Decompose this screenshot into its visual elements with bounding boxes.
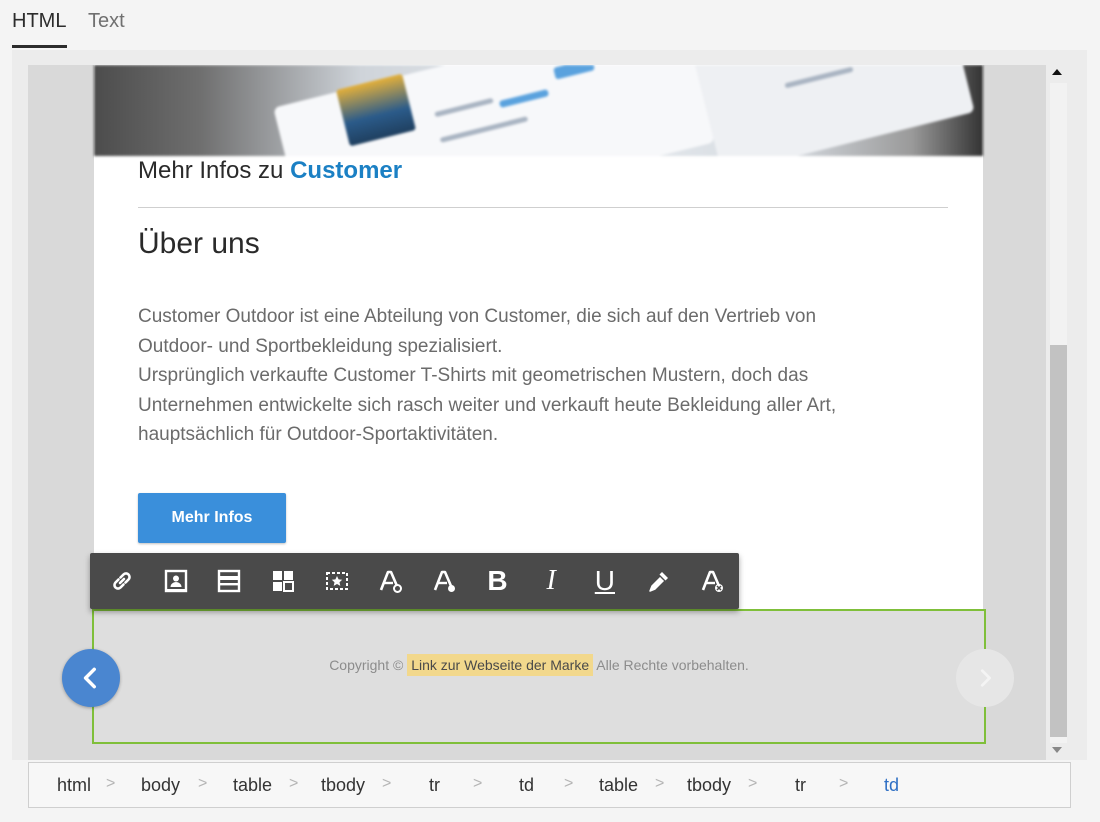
underline-icon: U [594, 565, 615, 596]
crumb-table[interactable]: table [599, 775, 638, 796]
tab-html[interactable]: HTML [12, 10, 66, 33]
paragraph-line: hauptsächlich für Outdoor-Sportaktivität… [138, 424, 499, 445]
font-size-icon [433, 570, 455, 592]
crumb-html[interactable]: html [57, 775, 91, 796]
crumb-table[interactable]: table [233, 775, 272, 796]
personalization-button[interactable] [149, 553, 203, 609]
next-button[interactable] [956, 649, 1014, 707]
hero-image[interactable] [94, 65, 983, 156]
layout-icon [272, 571, 294, 592]
paragraph-line: Outdoor- und Sportbekleidung spezialisie… [138, 335, 503, 357]
separator-icon: > [839, 775, 849, 792]
separator-icon: > [382, 775, 392, 792]
copyright-text: Copyright © Link zur Webseite der Marke … [94, 654, 984, 676]
scroll-up-arrow-icon[interactable] [1052, 69, 1062, 75]
selected-footer-block[interactable]: Copyright © Link zur Webseite der Marke … [92, 609, 986, 744]
vertical-scrollbar[interactable] [1048, 65, 1068, 760]
chevron-left-icon [83, 667, 96, 689]
crumb-tr[interactable]: tr [429, 775, 440, 796]
separator-icon: > [564, 775, 574, 792]
layout-button[interactable] [256, 553, 310, 609]
about-paragraph[interactable]: Customer Outdoor ist eine Abteilung von … [138, 302, 938, 450]
italic-icon: I [546, 565, 556, 596]
dynamic-content-button[interactable] [310, 553, 364, 609]
crumb-td-current[interactable]: td [884, 775, 899, 796]
insert-link-button[interactable] [95, 553, 149, 609]
content-block-icon [217, 569, 241, 593]
separator-icon: > [473, 775, 483, 792]
crumb-tr[interactable]: tr [795, 775, 806, 796]
clear-format-button[interactable] [685, 553, 739, 609]
email-body: Mehr Infos zu Customer Über uns Customer… [94, 65, 983, 610]
dom-breadcrumb: html > body > table > tbody > tr > td > … [28, 762, 1071, 808]
separator-icon: > [655, 775, 665, 792]
color-picker-button[interactable] [632, 553, 686, 609]
crumb-td[interactable]: td [519, 775, 534, 796]
separator-icon: > [106, 775, 116, 792]
font-style-button[interactable] [363, 553, 417, 609]
italic-button[interactable]: I [524, 553, 578, 609]
more-info-button[interactable]: Mehr Infos [138, 493, 286, 543]
heading-prefix: Mehr Infos zu [138, 157, 284, 184]
personalization-icon [164, 569, 187, 593]
scroll-down-arrow-icon[interactable] [1052, 747, 1062, 753]
previous-button[interactable] [62, 649, 120, 707]
paragraph-line: Customer Outdoor ist eine Abteilung von … [138, 306, 817, 327]
brand-website-link[interactable]: Link zur Webseite der Marke [407, 654, 594, 676]
scroll-thumb[interactable] [1050, 345, 1067, 737]
link-icon [113, 572, 131, 590]
view-tabs: HTML Text [0, 0, 1100, 50]
copyright-prefix: Copyright © [329, 657, 404, 673]
divider [138, 207, 948, 208]
bold-icon: B [487, 565, 508, 596]
underline-button[interactable]: U [578, 553, 632, 609]
copyright-suffix: Alle Rechte vorbehalten. [596, 657, 749, 673]
dynamic-content-icon [325, 572, 348, 590]
about-heading[interactable]: Über uns [138, 227, 260, 261]
chevron-right-icon [980, 669, 991, 687]
clear-format-icon [702, 570, 724, 592]
bold-button[interactable]: B [471, 553, 525, 609]
separator-icon: > [198, 775, 208, 792]
separator-icon: > [748, 775, 758, 792]
tab-text[interactable]: Text [88, 10, 125, 33]
color-picker-icon [648, 572, 668, 592]
crumb-body[interactable]: body [141, 775, 180, 796]
more-info-heading[interactable]: Mehr Infos zu Customer [138, 157, 402, 185]
paragraph-line: Unternehmen entwickelte sich rasch weite… [138, 394, 837, 416]
font-style-icon [379, 570, 403, 593]
content-block-button[interactable] [202, 553, 256, 609]
font-size-button[interactable] [417, 553, 471, 609]
active-tab-indicator [12, 45, 67, 48]
paragraph-line: Ursprünglich verkaufte Customer T-Shirts… [138, 365, 809, 386]
crumb-tbody[interactable]: tbody [687, 775, 731, 796]
heading-brand: Customer [290, 157, 403, 184]
crumb-tbody[interactable]: tbody [321, 775, 365, 796]
formatting-toolbar: B I U [90, 553, 739, 609]
separator-icon: > [289, 775, 299, 792]
